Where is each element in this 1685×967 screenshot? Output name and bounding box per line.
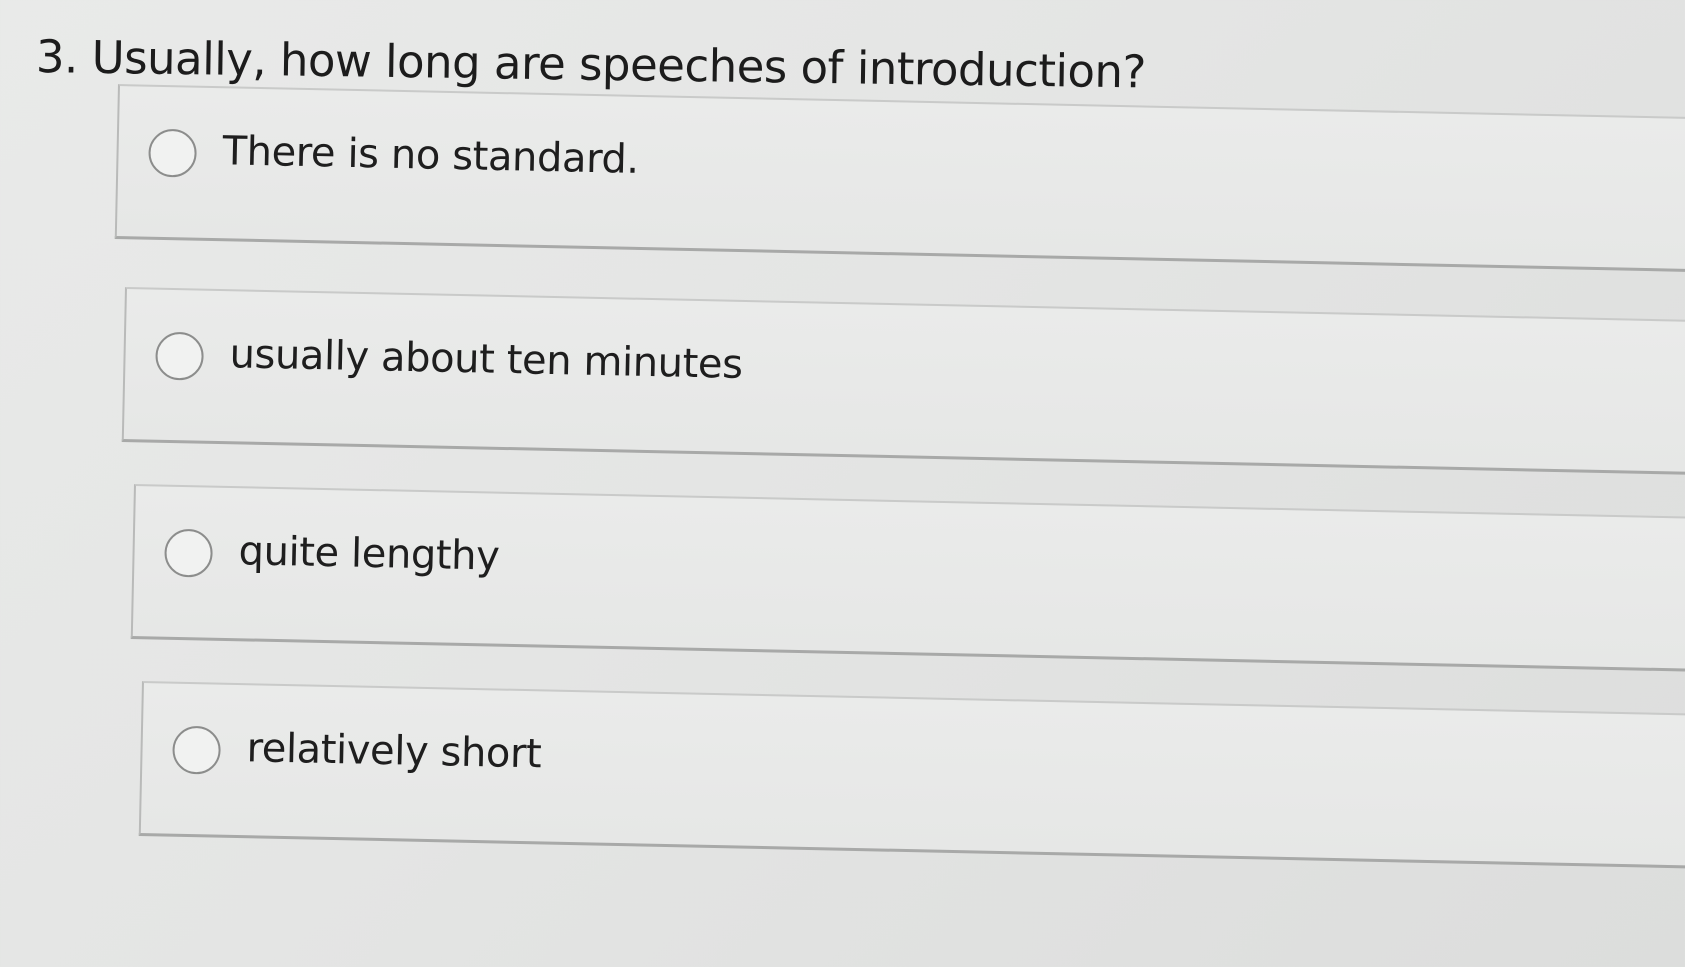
answer-option-label: quite lengthy xyxy=(238,528,500,580)
answer-option-no-standard[interactable]: There is no standard. xyxy=(114,84,1685,273)
answer-option-ten-minutes[interactable]: usually about ten minutes xyxy=(121,287,1685,476)
radio-button-icon[interactable] xyxy=(148,128,198,178)
answer-option-label: There is no standard. xyxy=(222,128,640,183)
answer-option-relatively-short[interactable]: relatively short xyxy=(138,681,1685,869)
radio-button-icon[interactable] xyxy=(172,725,222,775)
answer-option-label: usually about ten minutes xyxy=(229,331,744,388)
radio-button-icon[interactable] xyxy=(164,528,214,578)
radio-button-icon[interactable] xyxy=(155,331,205,381)
answer-option-quite-lengthy[interactable]: quite lengthy xyxy=(130,484,1685,672)
answer-option-label: relatively short xyxy=(246,725,542,778)
